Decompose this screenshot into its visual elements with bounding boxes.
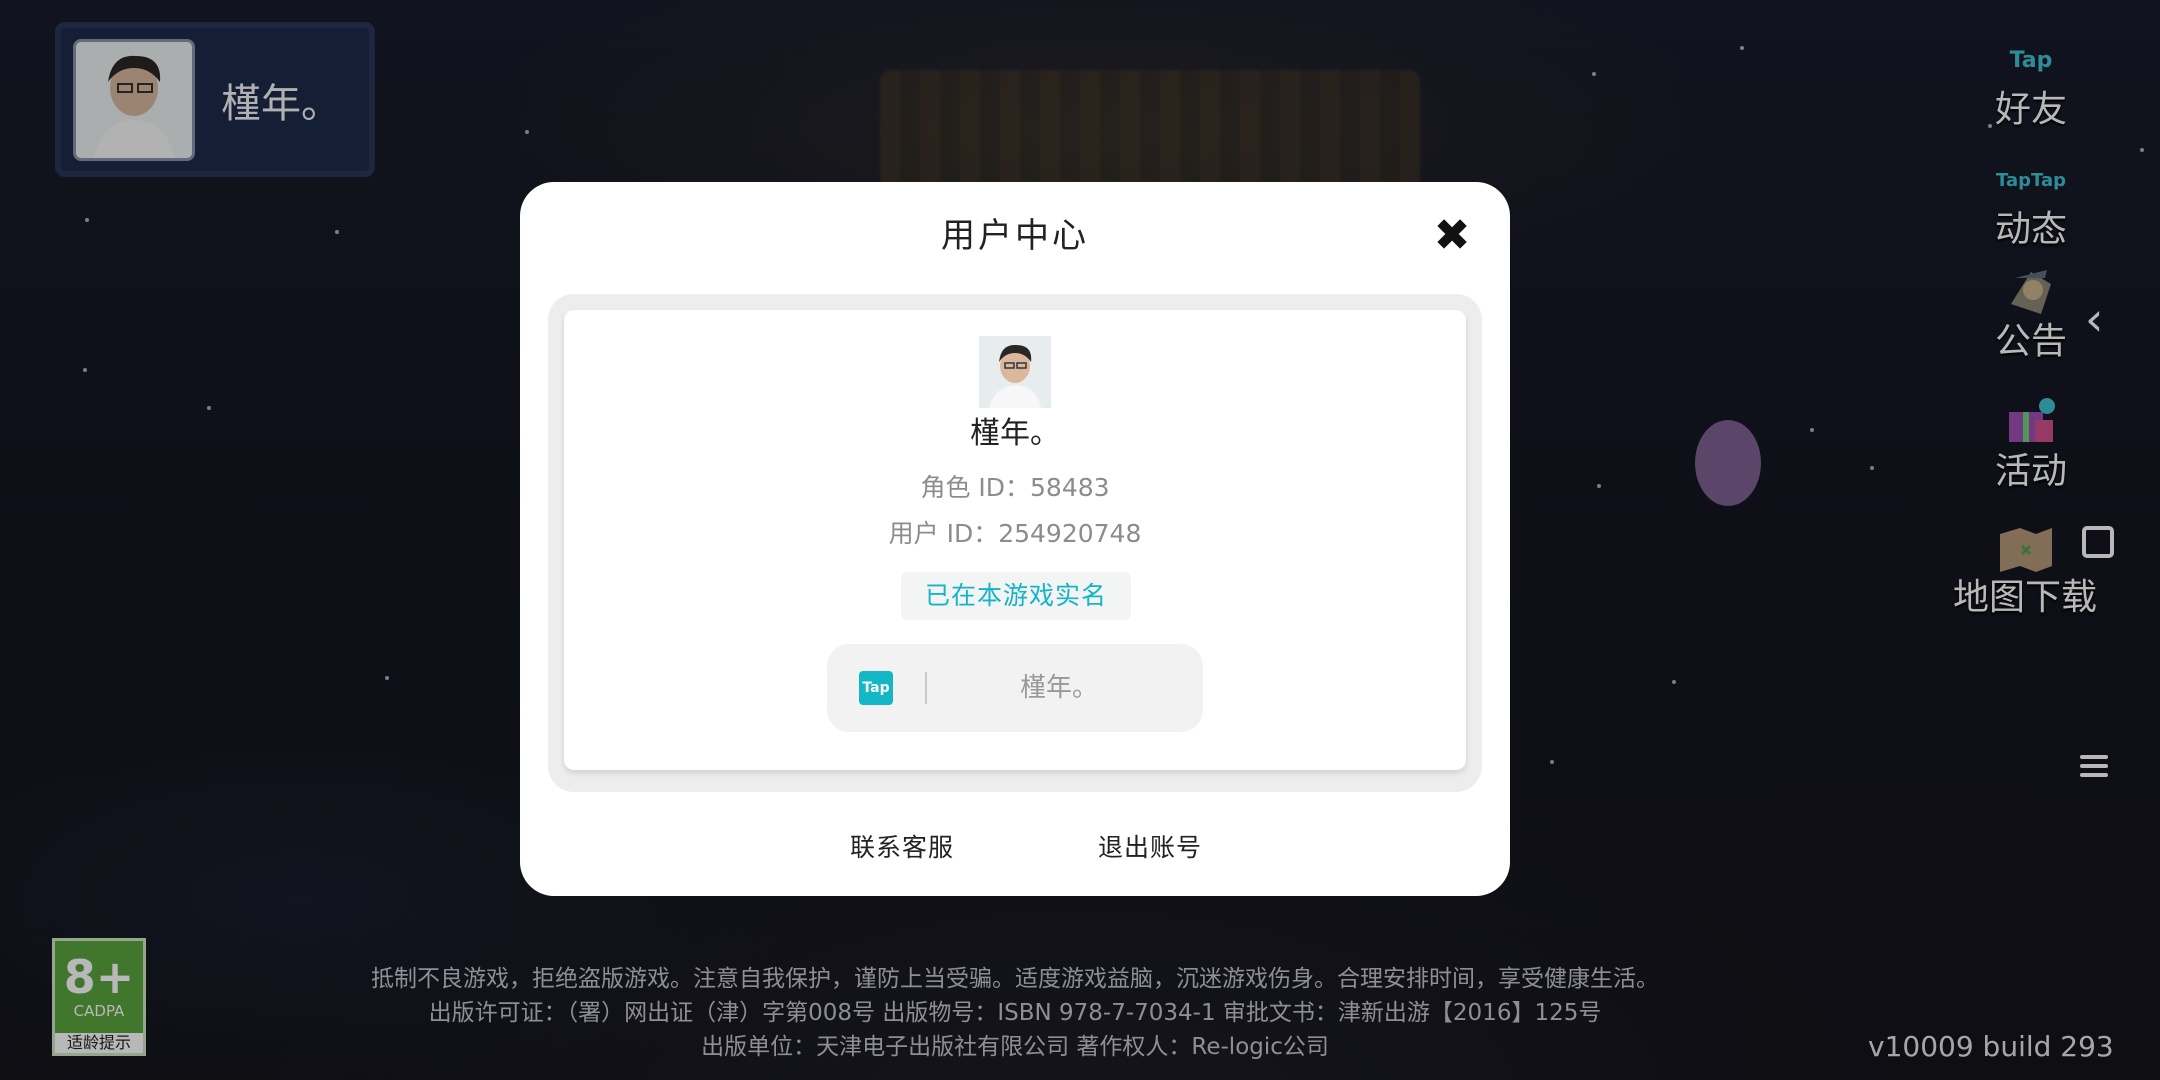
avatar-image — [979, 336, 1051, 408]
user-id: 用户 ID：254920748 — [888, 519, 1142, 548]
contact-support-button[interactable]: 联系客服 — [850, 828, 954, 864]
tap-account-name: 槿年。 — [1019, 673, 1098, 703]
user-card: 槿年。 角色 ID：58483 用户 ID：254920748 已在本游戏实名 … — [564, 310, 1466, 770]
role-id: 角色 ID：58483 — [920, 473, 1110, 502]
user-center-dialog: 用户中心 ✖ 槿年。 角色 ID：58483 用户 ID：254920748 已… — [520, 182, 1510, 896]
close-icon[interactable]: ✖ — [1428, 212, 1476, 260]
avatar — [979, 336, 1051, 408]
user-card-frame: 槿年。 角色 ID：58483 用户 ID：254920748 已在本游戏实名 … — [548, 294, 1482, 792]
tap-logo-icon: Tap — [859, 671, 893, 705]
user-name: 槿年。 — [970, 416, 1060, 451]
divider — [925, 672, 927, 704]
logout-button[interactable]: 退出账号 — [1098, 828, 1202, 864]
dialog-title: 用户中心 — [941, 216, 1089, 256]
real-name-verified-badge: 已在本游戏实名 — [901, 572, 1131, 620]
linked-tap-account: Tap 槿年。 — [827, 644, 1203, 732]
